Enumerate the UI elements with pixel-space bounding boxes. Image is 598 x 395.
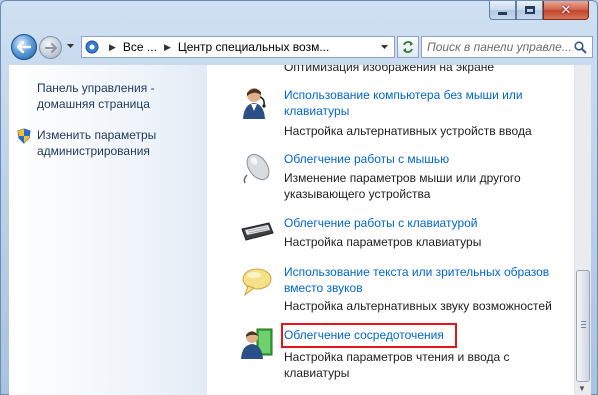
- grip-line: [581, 321, 586, 322]
- person-book-icon: [239, 325, 275, 361]
- close-icon: ✕: [560, 2, 572, 18]
- chevron-down-icon: [66, 43, 74, 48]
- speech-bubble-icon: [239, 264, 275, 300]
- grip-line: [581, 327, 586, 328]
- grip-line: [581, 324, 586, 325]
- item-desc-mouse: Изменение параметров мыши или другого ук…: [284, 171, 521, 201]
- scrollbar-thumb[interactable]: [576, 270, 590, 382]
- client-area: Панель управления - домашняя страница Из…: [9, 65, 591, 395]
- keyboard-icon: [239, 213, 275, 249]
- sidebar-link-home[interactable]: Панель управления - домашняя страница: [37, 80, 187, 112]
- highlight-box: [281, 323, 457, 348]
- item-desc-text-visual: Настройка альтернативных звуку возможнос…: [284, 299, 552, 313]
- refresh-button[interactable]: [397, 36, 419, 58]
- forward-arrow-icon: [44, 42, 57, 53]
- scroll-down-arrow-icon[interactable]: ▼: [578, 384, 586, 393]
- main-content: Оптимизация изображения на экране Исполь…: [207, 65, 574, 395]
- control-panel-icon: [82, 37, 102, 57]
- shield-icon: [16, 128, 32, 147]
- forward-button[interactable]: [39, 36, 62, 59]
- partial-item-desc: Оптимизация изображения на экране: [284, 65, 495, 74]
- back-button[interactable]: [11, 34, 37, 60]
- refresh-icon: [403, 41, 413, 53]
- chevron-down-icon: [380, 44, 388, 49]
- breadcrumb-all[interactable]: Все ...: [123, 40, 157, 54]
- search-box[interactable]: [421, 36, 593, 58]
- back-arrow-icon: [17, 41, 31, 53]
- minimize-icon: [498, 11, 507, 15]
- maximize-icon: [524, 6, 535, 14]
- item-title-no-mouse-keyboard[interactable]: Использование компьютера без мыши или кл…: [284, 87, 564, 119]
- minimize-button[interactable]: [489, 1, 516, 20]
- sidebar-link-admin-settings[interactable]: Изменить параметры администрирования: [37, 127, 187, 159]
- sidebar: Панель управления - домашняя страница Из…: [9, 65, 207, 395]
- breadcrumb-ease-of-access[interactable]: Центр специальных возм...: [178, 40, 329, 54]
- search-input[interactable]: [427, 40, 571, 54]
- item-title-mouse[interactable]: Облегчение работы с мышью: [284, 151, 564, 167]
- breadcrumb-separator-icon: ▶: [109, 41, 116, 52]
- caption-buttons: ✕: [489, 1, 589, 21]
- vertical-scrollbar[interactable]: ▼: [574, 65, 591, 395]
- close-button[interactable]: ✕: [543, 1, 589, 20]
- item-title-keyboard[interactable]: Облегчение работы с клавиатурой: [284, 215, 564, 231]
- item-desc-focus: Настройка параметров чтения и ввода с кл…: [284, 350, 510, 380]
- breadcrumb-separator-icon: ▶: [163, 41, 171, 52]
- search-icon[interactable]: [574, 40, 587, 54]
- person-icon: [239, 85, 275, 121]
- address-bar[interactable]: ▶ Все ... ▶ Центр специальных возм...: [81, 36, 395, 58]
- maximize-button[interactable]: [516, 1, 543, 20]
- address-dropdown[interactable]: [376, 37, 392, 57]
- item-desc-alt-input: Настройка альтернативных устройств ввода: [284, 124, 532, 138]
- recent-pages-dropdown[interactable]: [65, 41, 75, 51]
- item-title-text-visual[interactable]: Использование текста или зрительных обра…: [284, 264, 564, 296]
- mouse-icon: [239, 149, 275, 185]
- window-frame: ✕ ▶ Все ... ▶ Центр специальных возм...: [0, 0, 598, 395]
- navigation-bar: ▶ Все ... ▶ Центр специальных возм...: [7, 32, 593, 62]
- item-desc-keyboard: Настройка параметров клавиатуры: [284, 235, 482, 249]
